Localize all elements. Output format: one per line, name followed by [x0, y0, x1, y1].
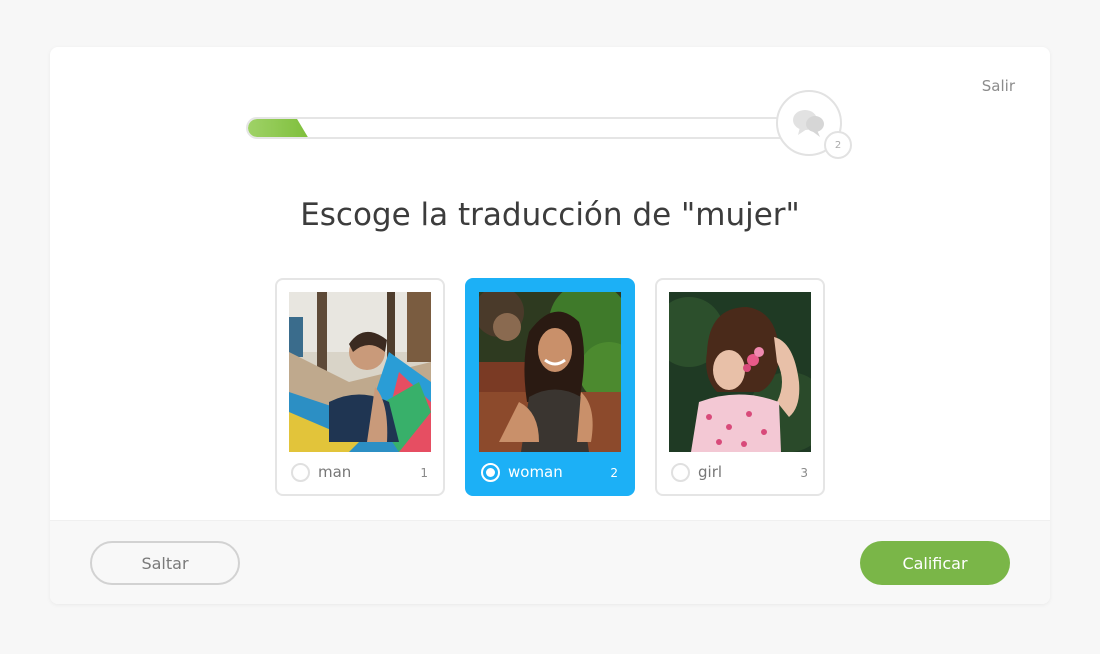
choice-hotkey: 2 — [610, 466, 618, 480]
streak-count: 2 — [824, 131, 852, 159]
girl-photo — [669, 292, 811, 452]
radio-button-icon[interactable] — [481, 463, 500, 482]
choice-label: man — [318, 463, 352, 481]
challenge-card: Salir 2 Escoge la traducción de "mujer" — [50, 47, 1050, 604]
progress-bar — [246, 117, 794, 139]
progress-bar-fill — [248, 119, 308, 137]
footer-bar: Saltar Calificar — [50, 520, 1050, 604]
challenge-prompt: Escoge la traducción de "mujer" — [300, 197, 800, 233]
choice-list: man 1 woman 2 girl 3 — [275, 278, 825, 496]
choice-label: woman — [508, 463, 563, 481]
check-button[interactable]: Calificar — [860, 541, 1010, 585]
speech-bubbles-icon — [793, 110, 824, 137]
choice-card-girl[interactable]: girl 3 — [655, 278, 825, 496]
choice-card-woman[interactable]: woman 2 — [465, 278, 635, 496]
radio-button-icon[interactable] — [291, 463, 310, 482]
man-photo — [289, 292, 431, 452]
choice-hotkey: 1 — [420, 466, 428, 480]
skip-button[interactable]: Saltar — [90, 541, 240, 585]
choice-label: girl — [698, 463, 723, 481]
woman-photo — [479, 292, 621, 452]
exit-link[interactable]: Salir — [982, 77, 1015, 95]
radio-button-icon[interactable] — [671, 463, 690, 482]
choice-hotkey: 3 — [800, 466, 808, 480]
choice-card-man[interactable]: man 1 — [275, 278, 445, 496]
